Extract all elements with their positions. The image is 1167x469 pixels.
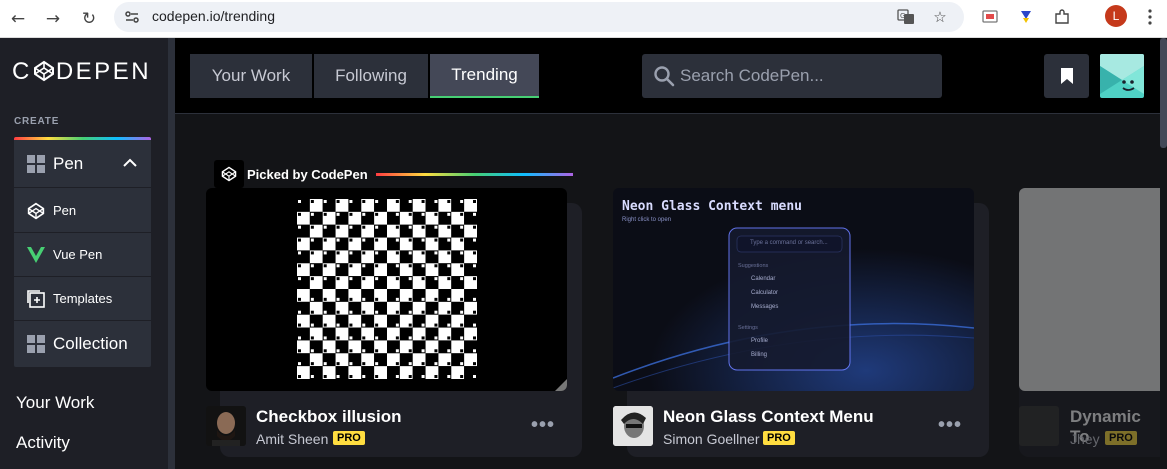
codepen-logo[interactable]: C DEPEN (12, 58, 151, 86)
create-item-vue-pen[interactable]: Vue Pen (14, 233, 151, 277)
svg-text:G: G (900, 12, 905, 20)
user-avatar[interactable] (1100, 54, 1144, 98)
bookmark-icon (1060, 68, 1073, 84)
pen-preview-neon-glass[interactable]: Neon Glass Context menu Right click to o… (613, 188, 974, 391)
preview-section-label: Settings (738, 325, 758, 331)
chevron-up-icon[interactable] (123, 155, 137, 173)
pen-author[interactable]: Amit Sheen (256, 431, 328, 447)
grid-icon (25, 153, 47, 175)
feed-tabs: Your Work Following Trending (190, 54, 541, 98)
preview-search-placeholder: Type a command or search... (750, 240, 828, 246)
codepen-cube-icon (33, 60, 54, 82)
back-arrow-icon[interactable]: ← (5, 6, 31, 32)
tab-trending[interactable]: Trending (430, 54, 539, 98)
preview-section-label: Suggestions (738, 263, 769, 269)
search-icon (654, 66, 675, 87)
avatar[interactable] (206, 406, 246, 446)
browser-profile-avatar[interactable]: L (1105, 5, 1127, 27)
preview-subheading: Right click to open (622, 217, 672, 223)
cast-icon[interactable] (978, 5, 1002, 29)
preview-menu-item: Profile (751, 338, 769, 344)
checkbox-illusion-pattern (297, 199, 477, 379)
preview-heading: Neon Glass Context menu (622, 199, 803, 214)
browser-toolbar: ← → ↻ codepen.io/trending G ☆ L (0, 0, 1167, 38)
search-box (642, 54, 942, 98)
codepen-cube-icon (214, 160, 244, 188)
tab-your-work[interactable]: Your Work (190, 54, 312, 98)
search-input[interactable] (680, 64, 930, 88)
create-pen-toggle[interactable]: Pen (14, 140, 151, 188)
pen-author[interactable]: Jhey (1070, 431, 1100, 447)
sidebar-link-your-work[interactable]: Your Work (16, 393, 94, 413)
create-menu: Pen Pen Vue Pen Templates Collection (14, 137, 151, 367)
page-scrollbar[interactable] (1160, 38, 1167, 469)
more-options-icon[interactable]: ••• (938, 414, 962, 437)
forward-arrow-icon[interactable]: → (40, 6, 66, 32)
create-pen-label: Pen (53, 153, 84, 173)
site-settings-icon[interactable] (124, 9, 140, 25)
avatar[interactable] (613, 406, 653, 446)
create-item-collection[interactable]: Collection (14, 321, 151, 367)
codepen-cube-icon (25, 200, 47, 222)
create-item-label: Templates (53, 291, 113, 306)
pen-preview-checkbox-illusion[interactable] (206, 188, 567, 391)
pen-card-3: Dynamic To Jhey PRO (1005, 188, 1160, 469)
create-label: CREATE (14, 116, 60, 127)
picked-by-codepen: Picked by CodePen (214, 160, 573, 188)
download-extension-icon[interactable] (1014, 5, 1038, 29)
pro-badge: PRO (333, 431, 365, 445)
sidebar-link-activity[interactable]: Activity (16, 433, 70, 453)
create-item-label: Vue Pen (53, 247, 103, 262)
tab-following[interactable]: Following (314, 54, 428, 98)
reload-icon[interactable]: ↻ (76, 6, 102, 32)
resize-corner-icon (555, 379, 567, 391)
create-item-templates[interactable]: Templates (14, 277, 151, 321)
pen-title[interactable]: Neon Glass Context Menu (663, 407, 874, 427)
browser-menu-icon[interactable] (1138, 5, 1162, 29)
more-options-icon[interactable]: ••• (531, 414, 555, 437)
preview-menu-item: Calculator (751, 290, 779, 296)
vue-icon (25, 244, 47, 266)
sidebar-scrollbar[interactable] (168, 38, 175, 469)
pro-badge: PRO (1105, 431, 1137, 445)
pro-badge: PRO (763, 431, 795, 445)
collection-icon (25, 333, 47, 355)
picked-label: Picked by CodePen (247, 166, 368, 182)
pen-author[interactable]: Simon Goellner (663, 431, 760, 447)
preview-menu-item: Calendar (751, 276, 776, 282)
logo-text: C DEPEN (12, 58, 152, 85)
avatar[interactable] (1019, 406, 1059, 446)
translate-icon[interactable]: G (896, 7, 916, 27)
rainbow-underline (375, 172, 573, 176)
pen-preview-dynamic[interactable] (1019, 188, 1160, 391)
star-bookmark-icon[interactable]: ☆ (930, 7, 950, 27)
pen-title[interactable]: Checkbox illusion (256, 407, 401, 427)
templates-icon (25, 288, 47, 310)
create-item-label: Pen (53, 203, 77, 218)
create-item-pen[interactable]: Pen (14, 189, 151, 233)
preview-menu-item: Billing (751, 352, 768, 358)
preview-menu-item: Messages (751, 304, 779, 310)
address-bar[interactable]: codepen.io/trending G ☆ (114, 2, 964, 32)
bookmark-button[interactable] (1044, 54, 1089, 98)
url-text[interactable]: codepen.io/trending (152, 8, 275, 24)
extensions-puzzle-icon[interactable] (1050, 5, 1074, 29)
create-item-label: Collection (53, 334, 128, 353)
